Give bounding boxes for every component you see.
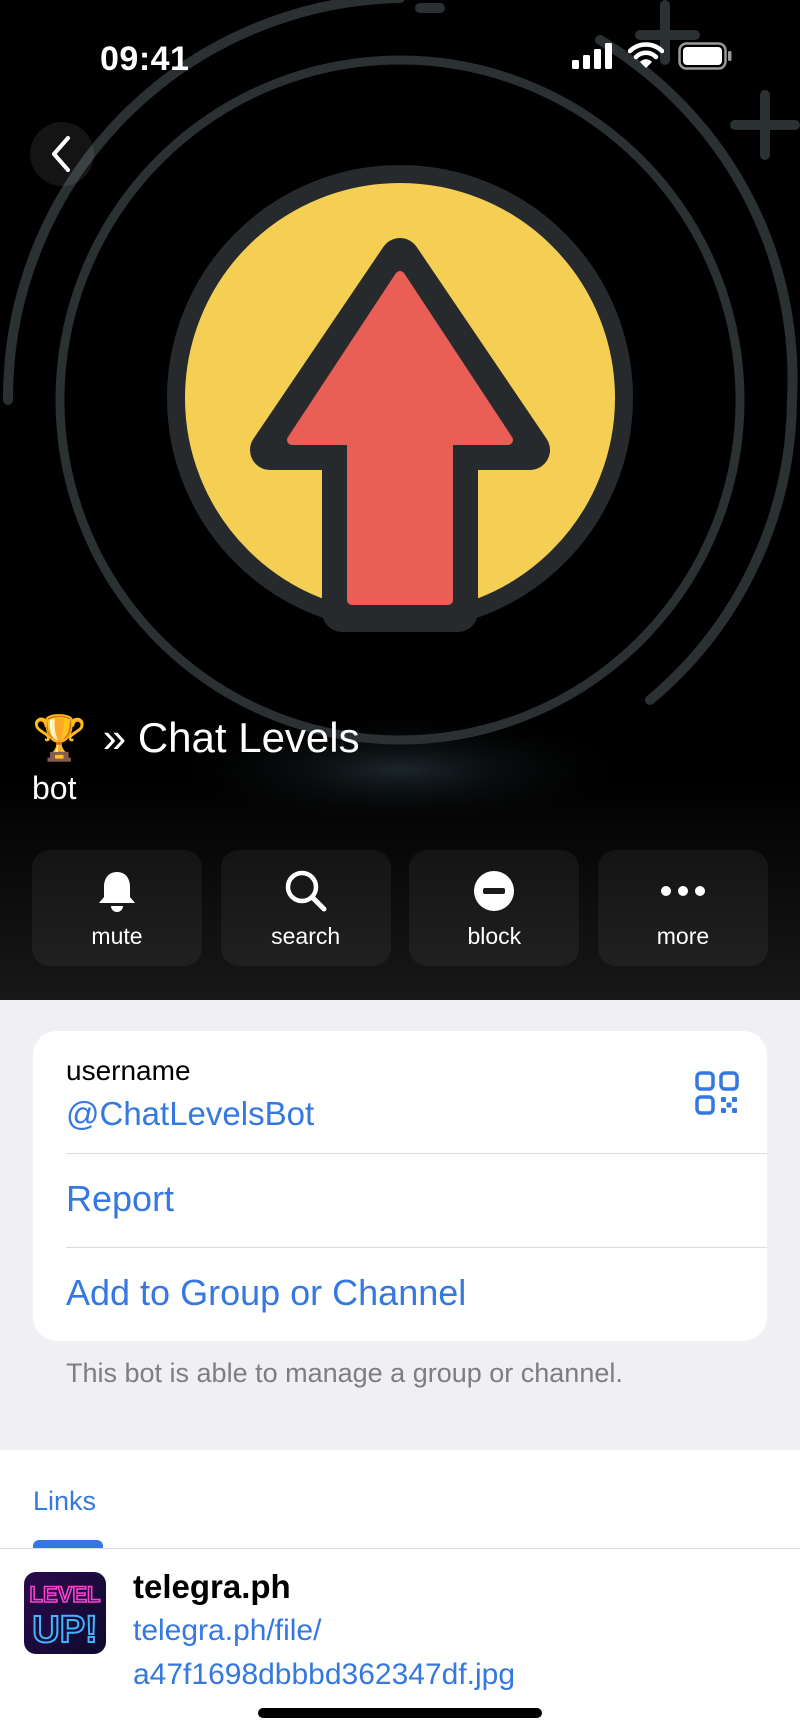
block-icon bbox=[474, 870, 515, 911]
link-url-continued[interactable]: a47f1698dbbbd362347df.jpg bbox=[133, 1658, 515, 1692]
search-button[interactable]: search bbox=[220, 850, 391, 966]
mute-label: mute bbox=[91, 922, 143, 949]
status-icons bbox=[572, 42, 732, 70]
block-label: block bbox=[467, 922, 522, 949]
back-button[interactable] bbox=[30, 122, 94, 186]
report-button[interactable]: Report bbox=[66, 1178, 174, 1220]
qr-code-button[interactable] bbox=[695, 1071, 739, 1115]
bot-permission-note: This bot is able to manage a group or ch… bbox=[66, 1358, 623, 1388]
info-card: username @ChatLevelsBot Report Add to Gr… bbox=[33, 1031, 767, 1341]
more-icon bbox=[660, 885, 705, 896]
tab-links[interactable]: Links bbox=[33, 1486, 96, 1517]
signal-icon bbox=[572, 43, 612, 69]
shared-media-section: Links LEVEL UP! telegra.ph telegra.ph/fi… bbox=[0, 1450, 800, 1734]
search-label: search bbox=[271, 922, 341, 949]
bot-avatar-image bbox=[2, 0, 800, 820]
wifi-icon bbox=[628, 42, 664, 68]
profile-subtitle: bot bbox=[32, 770, 77, 806]
tab-indicator bbox=[33, 1540, 103, 1548]
mute-button[interactable]: mute bbox=[32, 850, 202, 966]
svg-text:LEVEL: LEVEL bbox=[30, 1582, 101, 1607]
separator bbox=[66, 1247, 767, 1248]
status-bar: 09:41 bbox=[0, 30, 800, 90]
link-title: telegra.ph bbox=[133, 1568, 291, 1605]
link-item[interactable]: LEVEL UP! telegra.ph telegra.ph/file/ a4… bbox=[0, 1550, 800, 1734]
profile-header: 09:41 🏆 » Chat Levels bot mute search bl… bbox=[0, 0, 800, 1000]
battery-icon bbox=[678, 42, 732, 70]
username-label: username bbox=[66, 1055, 191, 1086]
chevron-left-icon bbox=[52, 136, 70, 172]
profile-title: » Chat Levels bbox=[102, 714, 360, 761]
status-time: 09:41 bbox=[100, 40, 190, 78]
home-indicator bbox=[258, 1708, 542, 1718]
bell-icon bbox=[99, 871, 135, 912]
svg-text:UP!: UP! bbox=[32, 1609, 97, 1651]
more-label: more bbox=[656, 922, 710, 949]
more-button[interactable]: more bbox=[597, 850, 768, 966]
search-icon bbox=[285, 870, 327, 911]
link-thumbnail: LEVEL UP! bbox=[24, 1572, 106, 1654]
profile-title-row: 🏆 » Chat Levels bbox=[32, 712, 360, 764]
separator bbox=[0, 1548, 800, 1549]
trophy-icon: 🏆 bbox=[32, 714, 87, 763]
link-url[interactable]: telegra.ph/file/ bbox=[133, 1614, 321, 1648]
block-button[interactable]: block bbox=[409, 850, 580, 966]
action-bar: mute search block more bbox=[32, 850, 768, 966]
separator bbox=[66, 1153, 767, 1154]
qr-code-icon bbox=[695, 1071, 739, 1115]
add-to-group-button[interactable]: Add to Group or Channel bbox=[66, 1272, 466, 1314]
username-value[interactable]: @ChatLevelsBot bbox=[66, 1095, 314, 1133]
